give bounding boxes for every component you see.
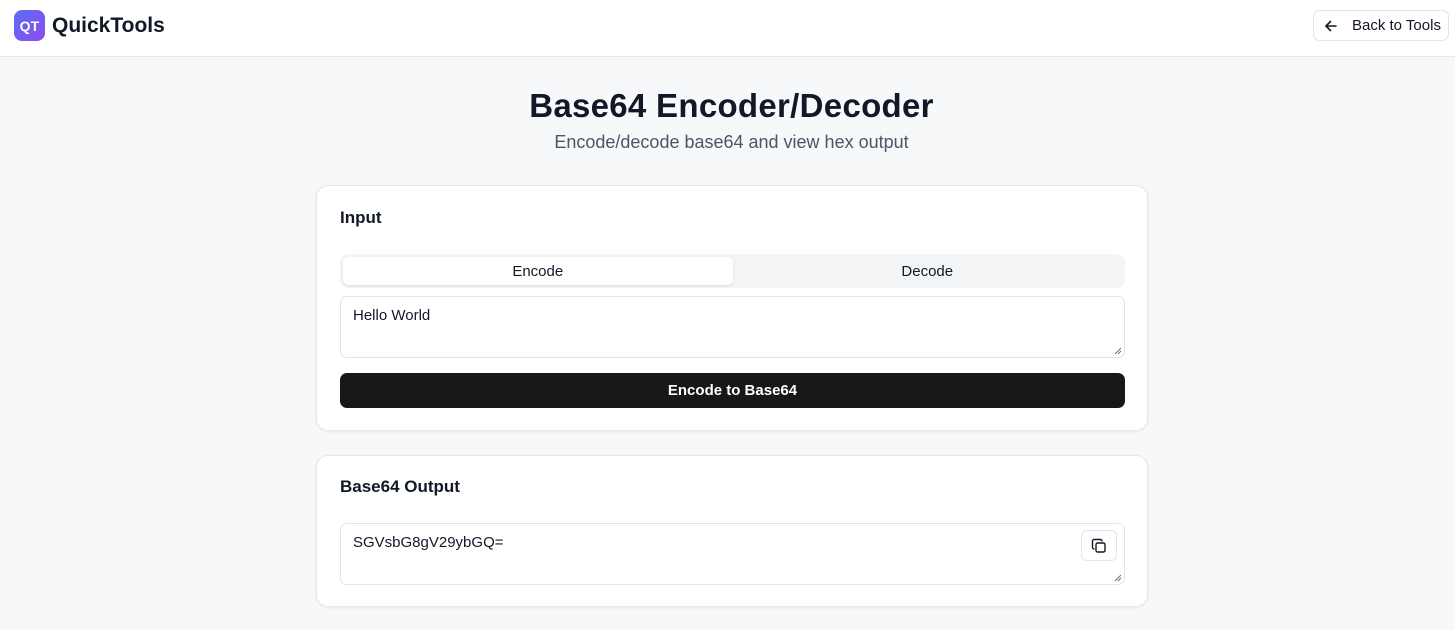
app-header: QT QuickTools Back to Tools xyxy=(0,0,1455,57)
back-to-tools-button[interactable]: Back to Tools xyxy=(1313,10,1449,41)
input-card: Input Encode Decode Hello World Encode t… xyxy=(316,185,1148,431)
arrow-left-icon xyxy=(1324,19,1338,33)
copy-button[interactable] xyxy=(1081,530,1117,561)
back-to-tools-label: Back to Tools xyxy=(1352,17,1441,34)
output-card-title: Base64 Output xyxy=(340,477,460,496)
encode-button[interactable]: Encode to Base64 xyxy=(340,373,1125,408)
output-textarea[interactable]: SGVsbG8gV29ybGQ= xyxy=(340,523,1125,585)
brand-name[interactable]: QuickTools xyxy=(52,13,165,38)
input-textarea-wrapper: Hello World xyxy=(340,296,1125,358)
tab-encode[interactable]: Encode xyxy=(343,257,733,285)
mode-tabs: Encode Decode xyxy=(340,254,1125,288)
tab-decode[interactable]: Decode xyxy=(733,257,1123,285)
logo-badge[interactable]: QT xyxy=(14,10,45,41)
output-textarea-wrapper: SGVsbG8gV29ybGQ= xyxy=(340,523,1125,585)
page-title: Base64 Encoder/Decoder xyxy=(529,87,934,124)
input-card-title: Input xyxy=(340,208,382,227)
copy-icon xyxy=(1091,538,1106,553)
output-card: Base64 Output SGVsbG8gV29ybGQ= xyxy=(316,455,1148,607)
input-textarea[interactable]: Hello World xyxy=(340,296,1125,358)
page-subtitle: Encode/decode base64 and view hex output xyxy=(554,132,909,152)
